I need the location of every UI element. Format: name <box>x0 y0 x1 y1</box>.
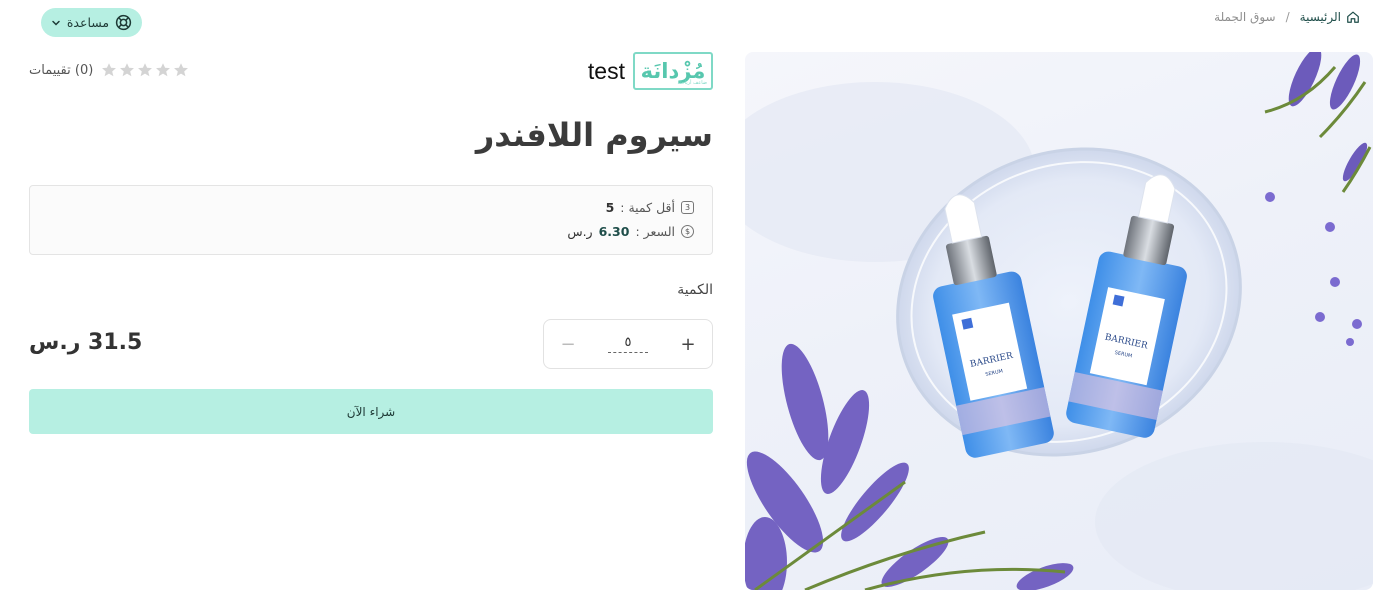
price-currency: ر.س <box>567 224 593 239</box>
lifebuoy-icon <box>115 14 132 31</box>
breadcrumb-current: سوق الجملة <box>1214 10 1276 24</box>
min-quantity-row: 3 أقل كمية : 5 <box>606 200 694 215</box>
help-label: مساعدة <box>66 15 110 30</box>
price-row: $ السعر : 6.30 ر.س <box>567 224 694 239</box>
quantity-stepper: − + <box>543 319 713 369</box>
star-icon <box>138 63 153 77</box>
breadcrumb: الرئيسية / سوق الجملة <box>1214 10 1360 24</box>
price-value: 6.30 <box>598 224 630 239</box>
star-icon <box>174 63 189 77</box>
increase-quantity-button[interactable]: + <box>680 334 696 355</box>
quantity-label: الكمية <box>677 282 713 298</box>
product-info-box: 3 أقل كمية : 5 $ السعر : 6.30 ر.س <box>29 185 713 255</box>
product-title: سيروم اللافندر <box>475 116 713 154</box>
star-rating <box>101 62 189 78</box>
buy-now-button[interactable]: شراء الآن <box>29 389 713 434</box>
chevron-down-icon <box>52 20 60 26</box>
store-header: test مُزْدانَة ضاعف أرباحك <box>588 52 713 90</box>
help-button[interactable]: مساعدة <box>41 8 142 37</box>
total-price: 31.5 ر.س <box>29 330 143 355</box>
breadcrumb-home-link[interactable]: الرئيسية <box>1300 10 1360 24</box>
quantity-input[interactable] <box>608 335 648 353</box>
store-name[interactable]: test <box>588 58 625 85</box>
product-image: BARRIER SERUM BARRIER SERUM <box>745 52 1373 590</box>
product-rating[interactable]: (0) تقييمات <box>29 62 189 78</box>
min-quantity-value: 5 <box>605 200 615 215</box>
home-icon <box>1347 11 1359 23</box>
decrease-quantity-button[interactable]: − <box>560 334 576 355</box>
currency-icon: $ <box>681 225 694 238</box>
star-icon <box>156 63 171 77</box>
min-quantity-label: أقل كمية : <box>620 200 675 215</box>
breadcrumb-home-label: الرئيسية <box>1299 10 1341 24</box>
store-logo-text: مُزْدانَة <box>640 58 706 83</box>
rating-count: (0) تقييمات <box>29 62 94 78</box>
store-logo[interactable]: مُزْدانَة ضاعف أرباحك <box>633 52 713 90</box>
breadcrumb-separator: / <box>1285 10 1290 24</box>
star-icon <box>102 63 117 77</box>
price-label: السعر : <box>635 224 675 239</box>
star-icon <box>120 63 135 77</box>
min-quantity-icon: 3 <box>681 201 694 214</box>
store-logo-subtext: ضاعف أرباحك <box>677 80 707 86</box>
